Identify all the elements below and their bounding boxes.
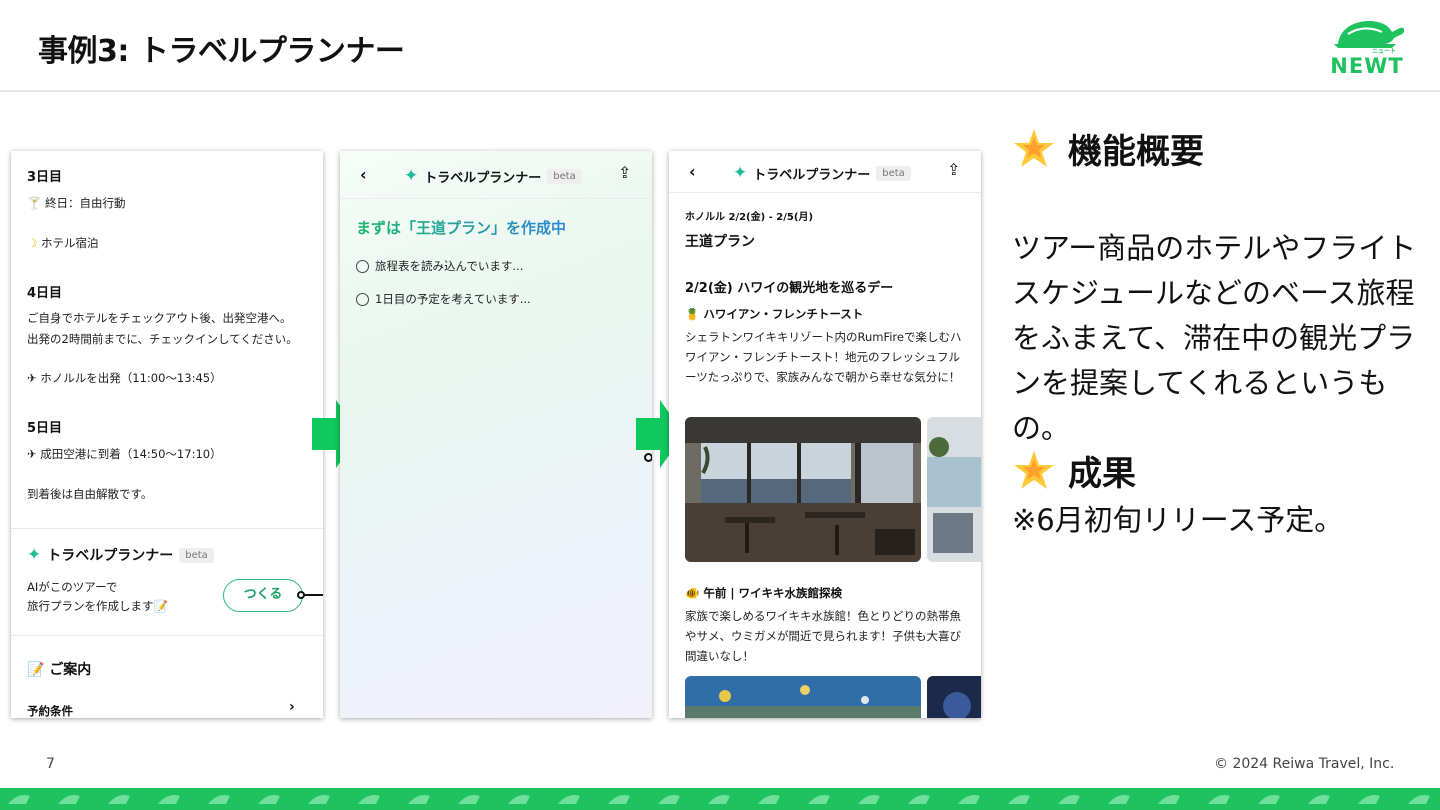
section-overview-title: 機能概要 bbox=[1012, 124, 1204, 173]
day3-hotel: ☽ ホテル宿泊 bbox=[27, 236, 99, 250]
day4-flight: ✈ ホノルルを出発（11:00〜13:45） bbox=[27, 371, 222, 385]
connector-line bbox=[303, 594, 323, 596]
spot-description: シェラトンワイキキリゾート内のRumFireで楽しむハワイアン・フレンチトースト… bbox=[685, 330, 962, 384]
copyright: © 2024 Reiwa Travel, Inc. bbox=[1214, 756, 1395, 772]
memo-icon: 📝 bbox=[27, 662, 50, 678]
plan-name: 王道プラン bbox=[685, 234, 755, 250]
slide-header: 事例3: トラベルプランナー ニュート NEWT bbox=[0, 0, 1440, 92]
memo-icon: 📝 bbox=[153, 599, 168, 613]
sparkle-icon: ✦ bbox=[404, 166, 419, 186]
sparkle-star-icon bbox=[1014, 450, 1054, 489]
restaurant-photo[interactable] bbox=[685, 417, 921, 562]
globe-icon: 🐠 bbox=[685, 586, 704, 600]
cocktail-icon: 🍸 bbox=[27, 196, 45, 210]
day5-title: 5日目 bbox=[27, 421, 63, 436]
creating-status: まずは「王道プラン」を作成中 bbox=[356, 219, 567, 237]
day3-title: 3日目 bbox=[27, 170, 63, 185]
day5-after: 到着後は自由解散です。 bbox=[27, 487, 153, 501]
planner-section-title: ✦ トラベルプランナー beta bbox=[27, 545, 214, 565]
day5-flight: ✈ 成田空港に到着（14:50〜17:10） bbox=[27, 447, 222, 461]
day3-free-time: 🍸 終日：自由行動 bbox=[27, 196, 126, 210]
moon-icon: ☽ bbox=[27, 236, 41, 250]
airplane-icon: ✈ bbox=[27, 371, 41, 385]
booking-conditions-link[interactable]: 予約条件 bbox=[27, 703, 73, 718]
sparkle-icon: ✦ bbox=[27, 545, 42, 565]
nav-title: ✦ トラベルプランナー beta bbox=[404, 166, 582, 186]
day4-title: 4日目 bbox=[27, 286, 63, 301]
aquarium-photo[interactable] bbox=[685, 676, 921, 718]
aquarium-photo-2[interactable] bbox=[927, 676, 981, 718]
day4-line1: ご自身でホテルをチェックアウト後、出発空港へ。 bbox=[27, 311, 292, 325]
day4-line2: 出発の2時間前までに、チェックインしてください。 bbox=[27, 332, 298, 346]
phone-screen-planner-loading: ‹ ✦ トラベルプランナー beta ⇪ まずは「王道プラン」を作成中 旅程表を… bbox=[340, 151, 652, 718]
overview-body: ツアー商品のホテルやフライトスケジュールなどのベース旅程をふまえて、滞在中の観光… bbox=[1012, 231, 1417, 445]
spot-title: 🍍 ハワイアン・フレンチトースト bbox=[685, 307, 864, 321]
nav-title: ✦ トラベルプランナー beta bbox=[733, 163, 911, 183]
airplane-icon: ✈ bbox=[27, 447, 41, 461]
pending-circle-icon bbox=[356, 259, 369, 273]
nav-bar: ‹ ✦ トラベルプランナー beta ⇪ bbox=[340, 151, 652, 199]
task-item: 1日目の予定を考えています... bbox=[356, 291, 531, 307]
task-item: 旅程表を読み込んでいます... bbox=[356, 258, 523, 274]
beta-badge: beta bbox=[876, 165, 911, 181]
ai-description-line2: 旅行プランを作成します📝 bbox=[27, 599, 168, 613]
pending-circle-icon bbox=[356, 292, 369, 306]
footer-pattern-band bbox=[0, 788, 1440, 810]
spot-description: 家族で楽しめるワイキキ水族館！色とりどりの熱帯魚やサメ、ウミガメが間近で見られま… bbox=[685, 609, 961, 663]
day-title: 2/2(金) ハワイの観光地を巡るデー bbox=[685, 281, 894, 296]
section-result-title: 成果 bbox=[1012, 446, 1136, 495]
page-number: 7 bbox=[46, 756, 55, 772]
beta-badge: beta bbox=[547, 168, 582, 184]
phone-screen-generated-plan: ‹ ✦ トラベルプランナー beta ⇪ ホノルル 2/2(金) - 2/5(月… bbox=[669, 151, 981, 718]
phone-screen-tour-itinerary: 3日目 🍸 終日：自由行動 ☽ ホテル宿泊 4日目 ご自身でホテルをチェックアウ… bbox=[11, 151, 323, 718]
back-icon[interactable]: ‹ bbox=[360, 165, 367, 184]
divider bbox=[11, 635, 323, 636]
chevron-right-icon[interactable]: › bbox=[289, 699, 295, 715]
connector-dot bbox=[297, 591, 305, 599]
trip-breadcrumb: ホノルル 2/2(金) - 2/5(月) bbox=[685, 212, 814, 223]
logo-wordmark: NEWT bbox=[1330, 54, 1404, 78]
sparkle-icon: ✦ bbox=[733, 163, 748, 183]
pineapple-icon: 🍍 bbox=[685, 307, 704, 321]
ai-description-line1: AIがこのツアーで bbox=[27, 580, 118, 594]
create-plan-button[interactable]: つくる bbox=[223, 579, 303, 612]
turtle-pattern bbox=[8, 795, 1430, 804]
spot-title: 🐠 午前 | ワイキキ水族館探検 bbox=[685, 586, 843, 600]
newt-logo: ニュート NEWT bbox=[1330, 14, 1410, 80]
divider bbox=[11, 528, 323, 529]
turtle-icon bbox=[1334, 20, 1405, 48]
restaurant-photo-2[interactable] bbox=[927, 417, 981, 562]
nav-bar: ‹ ✦ トラベルプランナー beta ⇪ bbox=[669, 151, 981, 193]
share-icon[interactable]: ⇪ bbox=[618, 163, 631, 182]
result-note: ※6月初旬リリース予定。 bbox=[1012, 503, 1344, 537]
guide-title: 📝 ご案内 bbox=[27, 662, 92, 678]
slide-title: 事例3: トラベルプランナー bbox=[38, 34, 405, 69]
sparkle-star-icon bbox=[1014, 128, 1054, 167]
back-icon[interactable]: ‹ bbox=[689, 162, 696, 181]
beta-badge: beta bbox=[179, 547, 214, 563]
share-icon[interactable]: ⇪ bbox=[947, 160, 960, 179]
